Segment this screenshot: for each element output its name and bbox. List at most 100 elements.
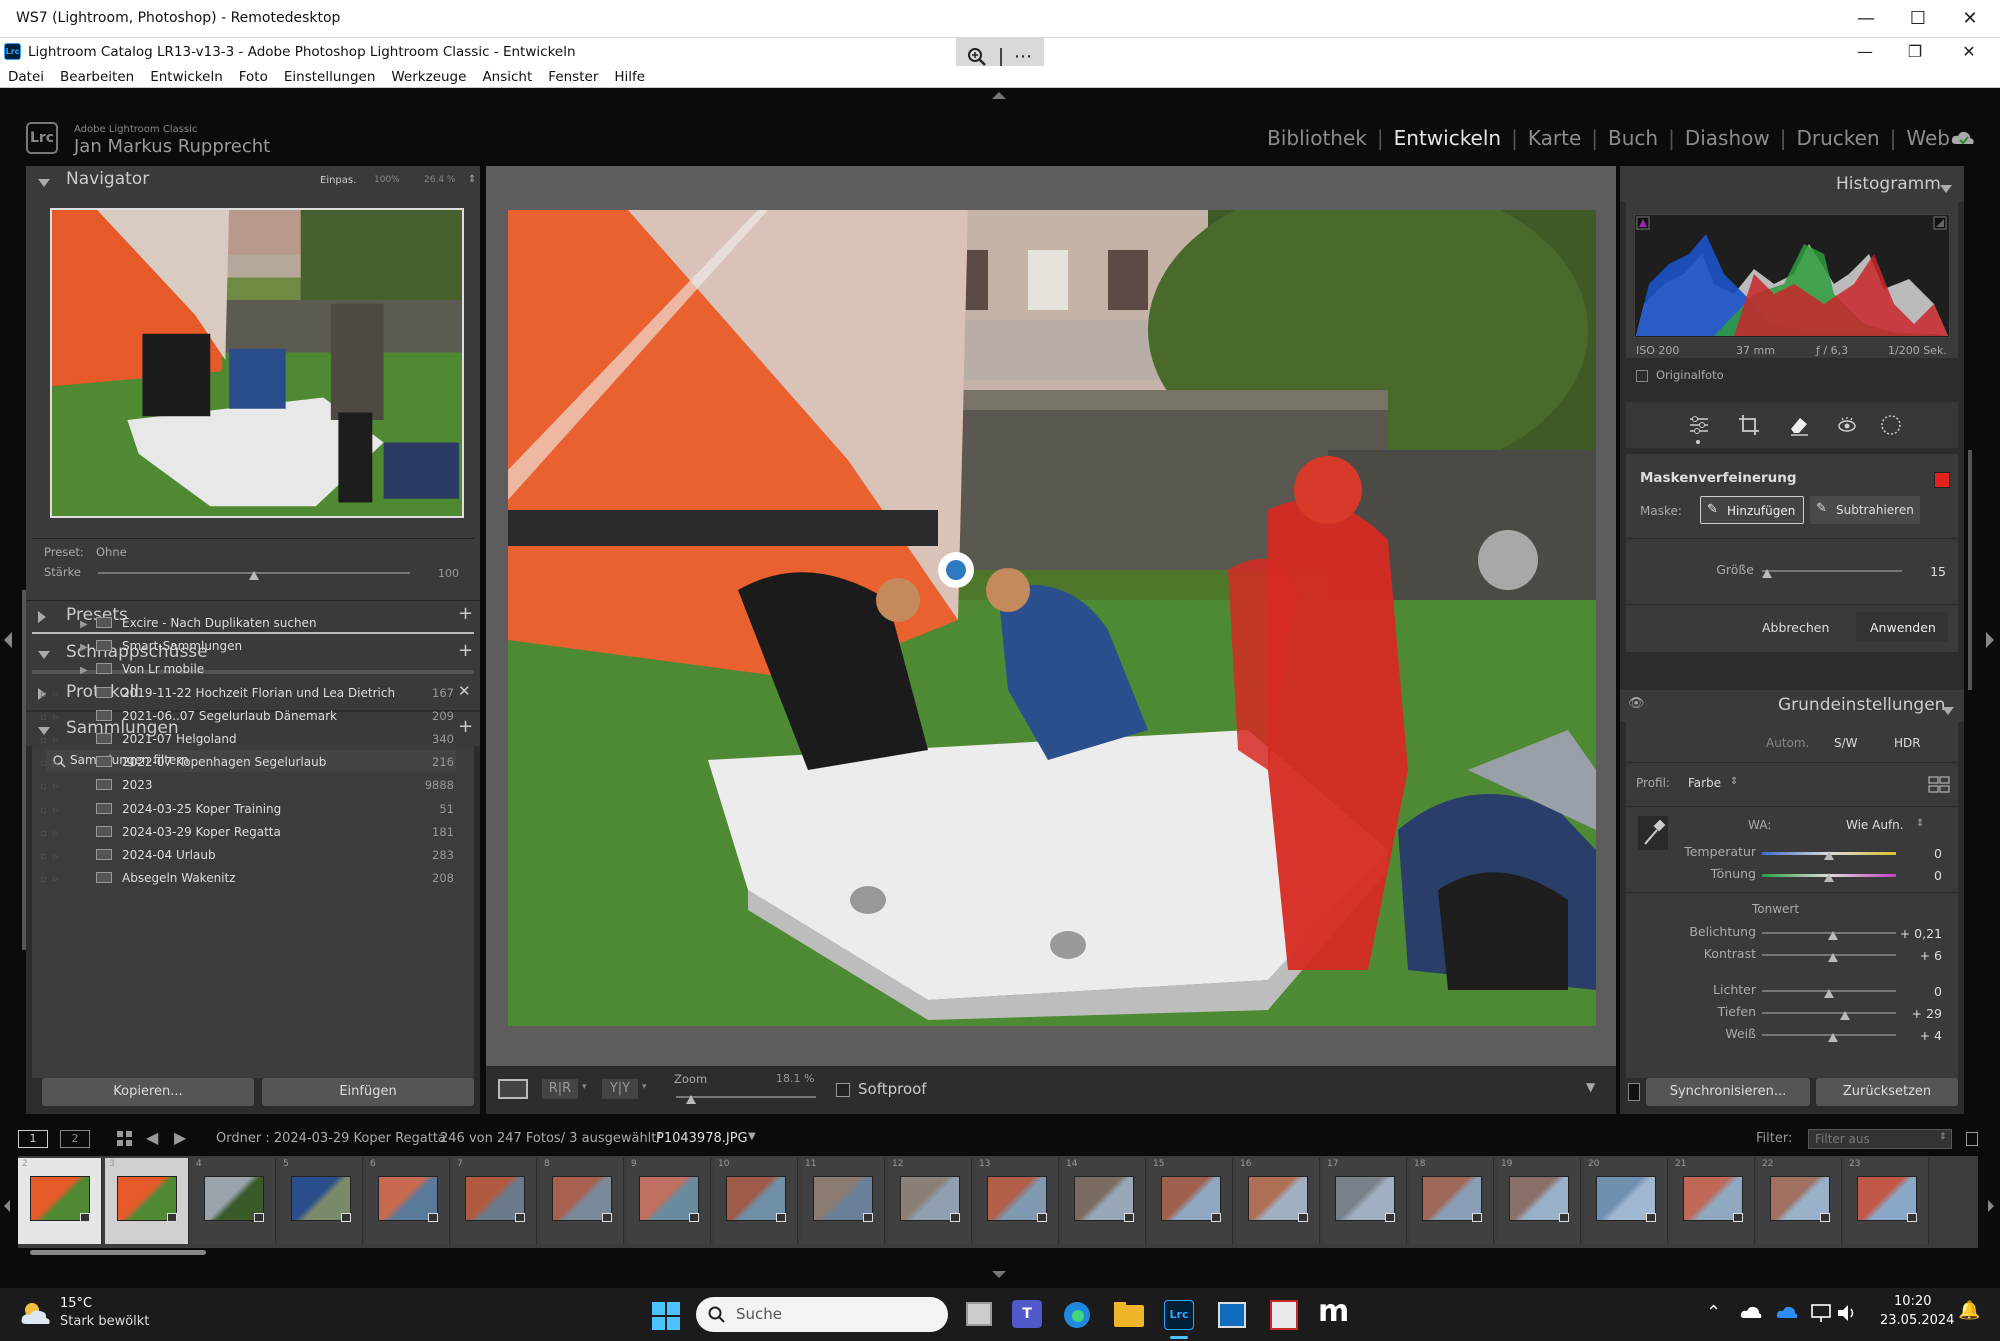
weather-temp[interactable]: 15°C xyxy=(60,1296,92,1311)
copy-settings-button[interactable]: Kopieren... xyxy=(42,1078,254,1106)
menu-entwickeln[interactable]: Entwickeln xyxy=(142,66,231,87)
windows-start-icon[interactable] xyxy=(652,1302,680,1330)
zoom-100-option[interactable]: 100% xyxy=(374,175,400,185)
size-slider-track[interactable] xyxy=(1762,570,1902,572)
collection-checkbox[interactable]: ▫ ▹ xyxy=(40,729,96,752)
filmstrip-thumbnail[interactable]: 2 xyxy=(18,1158,102,1244)
zoom-icon[interactable] xyxy=(966,46,988,68)
hdr-button[interactable]: HDR xyxy=(1894,736,1921,750)
onedrive-cloud-icon[interactable] xyxy=(1740,1304,1762,1320)
strength-slider-thumb[interactable] xyxy=(249,571,259,580)
filmstrip-thumbnail[interactable]: 18 xyxy=(1410,1158,1494,1244)
exposure-slider-thumb[interactable] xyxy=(1828,931,1838,940)
filmstrip-thumbnail[interactable]: 4 xyxy=(192,1158,276,1244)
shadows-slider-thumb[interactable] xyxy=(1840,1011,1850,1020)
cloud-sync-icon[interactable] xyxy=(1950,128,1976,148)
collection-set-row[interactable]: ▶ Von Lr mobile xyxy=(66,658,486,681)
collection-checkbox[interactable]: ▫ ▹ xyxy=(40,752,96,775)
temperature-slider-thumb[interactable] xyxy=(1824,851,1834,860)
weather-cloud-icon[interactable] xyxy=(20,1300,52,1328)
original-photo-checkbox[interactable] xyxy=(1636,370,1648,382)
zoom-stepper-icon[interactable]: ⇕ xyxy=(468,174,476,185)
module-entwickeln[interactable]: Entwickeln xyxy=(1384,126,1511,150)
filmstrip-thumbnail[interactable]: 19 xyxy=(1497,1158,1581,1244)
size-slider-thumb[interactable] xyxy=(1762,569,1772,578)
grid-view-icon[interactable] xyxy=(116,1130,134,1148)
expand-arrow-icon[interactable]: ▶ xyxy=(66,636,96,659)
auto-button[interactable]: Autom. xyxy=(1766,736,1809,750)
filmstrip-source[interactable]: Ordner : 2024-03-29 Koper Regatta xyxy=(216,1131,446,1146)
collection-row[interactable]: ▫ ▹ 2022-07 Kopenhagen Segelurlaub 216 xyxy=(40,751,480,774)
close-icon[interactable]: ✕ xyxy=(1944,0,1996,38)
filmstrip-thumbnail[interactable]: 16 xyxy=(1236,1158,1320,1244)
menu-ansicht[interactable]: Ansicht xyxy=(474,66,540,87)
dropdown-icon[interactable]: ▾ xyxy=(582,1082,587,1092)
filmstrip-scroll-left-icon[interactable] xyxy=(4,1200,10,1212)
collection-checkbox[interactable]: ▫ ▹ xyxy=(40,822,96,845)
lightroom-taskbar-icon[interactable]: Lrc xyxy=(1164,1300,1194,1330)
menu-fenster[interactable]: Fenster xyxy=(540,66,606,87)
sync-toggle[interactable] xyxy=(1628,1083,1640,1101)
filmstrip-thumbnail[interactable]: 17 xyxy=(1323,1158,1407,1244)
dropdown-icon[interactable]: ▼ xyxy=(748,1131,756,1142)
module-karte[interactable]: Karte xyxy=(1518,126,1591,150)
filmstrip-thumbnail[interactable]: 20 xyxy=(1584,1158,1668,1244)
filmstrip-thumbnail[interactable]: 9 xyxy=(627,1158,711,1244)
module-drucken[interactable]: Drucken xyxy=(1786,126,1889,150)
reset-button[interactable]: Zurücksetzen xyxy=(1816,1078,1958,1106)
chevron-up-icon[interactable]: ⌃ xyxy=(1706,1302,1721,1323)
highlights-slider-thumb[interactable] xyxy=(1824,989,1834,998)
volume-icon[interactable] xyxy=(1836,1302,1858,1324)
weather-desc[interactable]: Stark bewölkt xyxy=(60,1314,149,1329)
lr-restore-icon[interactable]: ❐ xyxy=(1890,38,1940,66)
before-after-lr-icon[interactable]: R|R xyxy=(542,1079,578,1099)
menu-werkzeuge[interactable]: Werkzeuge xyxy=(383,66,474,87)
eraser-icon[interactable] xyxy=(1788,414,1810,436)
filmstrip-thumbnail[interactable]: 8 xyxy=(540,1158,624,1244)
wb-stepper-icon[interactable]: ⇕ xyxy=(1916,818,1924,829)
module-diashow[interactable]: Diashow xyxy=(1675,126,1780,150)
collection-row[interactable]: ▫ ▹ 2024-04 Urlaub 283 xyxy=(40,844,480,867)
file-explorer-icon[interactable] xyxy=(1114,1302,1144,1328)
zoom-custom-option[interactable]: 26.4 % xyxy=(424,175,455,185)
filmstrip-thumbnail[interactable]: 21 xyxy=(1671,1158,1755,1244)
filmstrip-thumbnail[interactable]: 15 xyxy=(1149,1158,1233,1244)
network-icon[interactable] xyxy=(1810,1302,1832,1324)
lr-minimize-icon[interactable]: — xyxy=(1840,38,1890,66)
profile-select[interactable]: Farbe xyxy=(1688,776,1721,790)
zoom-fit-option[interactable]: Einpas. xyxy=(320,175,356,186)
whites-slider-thumb[interactable] xyxy=(1828,1033,1838,1042)
visibility-toggle-icon[interactable]: 👁 xyxy=(1628,696,1645,711)
right-panel-scrollbar[interactable] xyxy=(1968,450,1972,690)
profile-browser-icon[interactable] xyxy=(1928,776,1950,794)
collection-checkbox[interactable]: ▫ ▹ xyxy=(40,845,96,868)
dropdown-icon[interactable]: ▾ xyxy=(642,1082,647,1092)
mask-add-button[interactable]: ✎ Hinzufügen xyxy=(1700,496,1804,524)
collection-checkbox[interactable]: ▫ ▹ xyxy=(40,775,96,798)
collection-row[interactable]: ▫ ▹ 2019-11-22 Hochzeit Florian und Lea D… xyxy=(40,682,480,705)
wb-select[interactable]: Wie Aufn. xyxy=(1846,818,1904,832)
clock-time[interactable]: 10:20 xyxy=(1894,1294,1931,1309)
filmstrip-filename[interactable]: P1043978.JPG xyxy=(656,1131,748,1146)
filter-select[interactable]: Filter aus ⇕ xyxy=(1808,1129,1952,1149)
snipping-tool-icon[interactable] xyxy=(1270,1300,1298,1330)
mask-subtract-button[interactable]: ✎ Subtrahieren xyxy=(1810,496,1920,524)
collection-set-row[interactable]: ▶ Smart-Sammlungen xyxy=(66,635,486,658)
task-view-icon[interactable] xyxy=(966,1302,992,1326)
more-icon[interactable]: ⋯ xyxy=(1014,46,1032,67)
paste-settings-button[interactable]: Einfügen xyxy=(262,1078,474,1106)
collection-checkbox[interactable]: ▫ ▹ xyxy=(40,706,96,729)
shadows-slider-track[interactable] xyxy=(1762,1012,1896,1014)
collection-row[interactable]: ▫ ▹ 2021-06..07 Segelurlaub Dänemark 209 xyxy=(40,705,480,728)
mask-color-swatch[interactable] xyxy=(1934,472,1950,488)
tint-slider-thumb[interactable] xyxy=(1824,873,1834,882)
red-eye-icon[interactable] xyxy=(1836,414,1858,436)
edit-sliders-icon[interactable] xyxy=(1688,414,1710,436)
filmstrip-thumbnail[interactable]: 6 xyxy=(366,1158,450,1244)
collection-row[interactable]: ▫ ▹ Absegeln Wakenitz 208 xyxy=(40,867,480,890)
filmstrip-thumbnail[interactable]: 11 xyxy=(801,1158,885,1244)
forward-arrow-icon[interactable]: ▶ xyxy=(174,1128,186,1147)
masking-icon[interactable] xyxy=(1880,414,1902,436)
collapse-bottom-icon[interactable] xyxy=(992,1271,1006,1278)
left-panel-scrollbar[interactable] xyxy=(22,590,26,950)
